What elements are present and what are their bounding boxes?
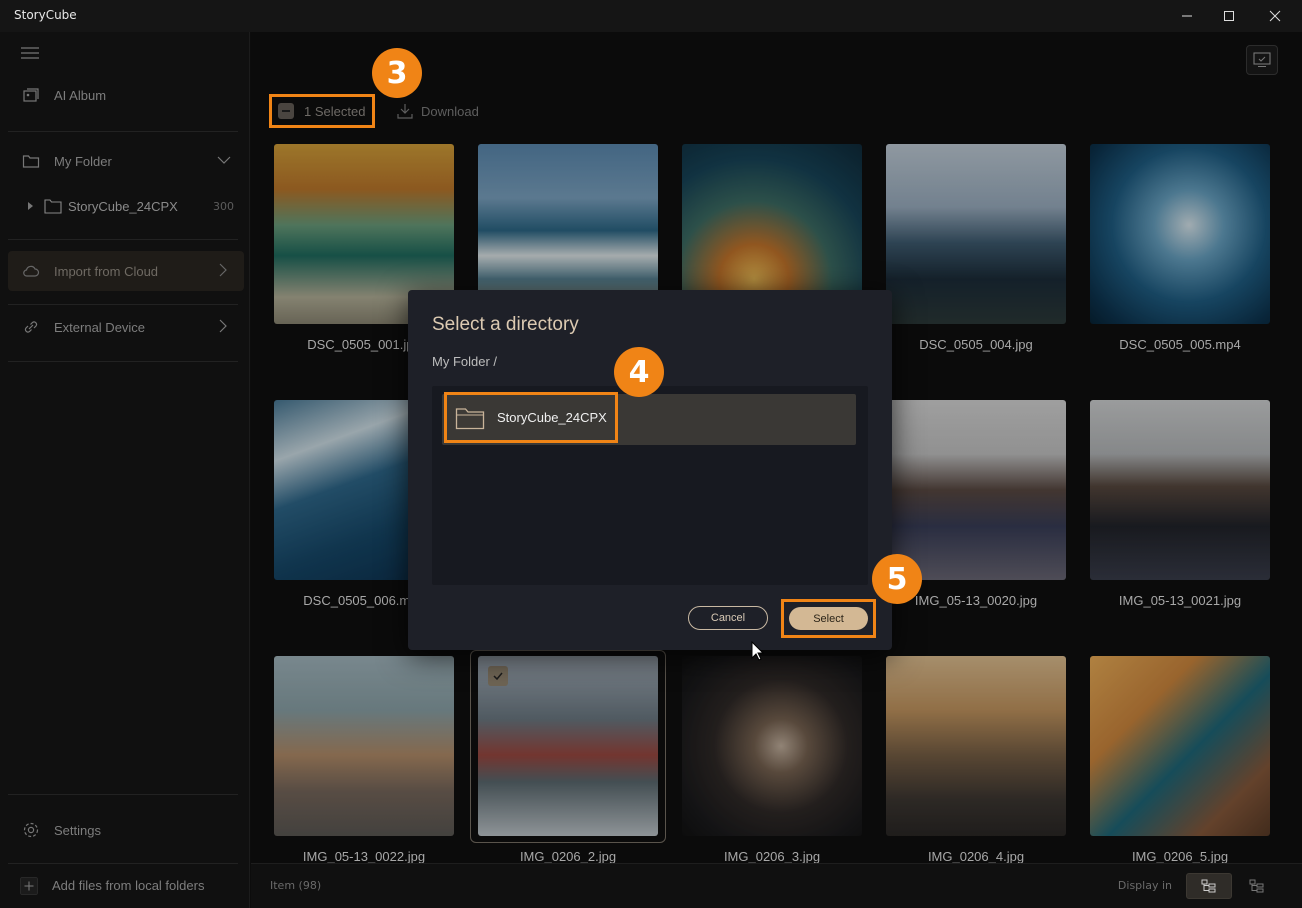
directory-list: StoryCube_24CPX <box>432 386 868 585</box>
gear-icon <box>22 821 40 839</box>
folder-icon <box>455 407 485 429</box>
link-icon <box>22 318 40 336</box>
sidebar-item-label: Import from Cloud <box>54 263 159 279</box>
download-label: Download <box>421 103 479 119</box>
caret-right-icon[interactable] <box>26 202 34 210</box>
photo-thumbnail <box>682 656 862 836</box>
app-title: StoryCube <box>14 8 77 22</box>
close-button[interactable] <box>1252 0 1298 32</box>
directory-item-label: StoryCube_24CPX <box>497 410 607 425</box>
tile-filename: IMG_0206_5.jpg <box>1131 849 1229 864</box>
select-directory-dialog: Select a directory My Folder / StoryCube… <box>408 290 892 650</box>
divider <box>8 361 238 362</box>
tile-filename: DSC_0505_005.mp4 <box>1119 337 1241 352</box>
step-badge-3: 3 <box>372 48 422 98</box>
sidebar-item-label: Add files from local folders <box>52 877 205 893</box>
tile-filename: IMG_05-13_0022.jpg <box>302 849 426 864</box>
view-tree-button[interactable] <box>1186 873 1232 899</box>
chevron-right-icon <box>219 263 227 277</box>
view-list-button[interactable] <box>1234 873 1280 899</box>
photo-thumbnail <box>886 144 1066 324</box>
screen-icon <box>1253 52 1271 67</box>
media-tile[interactable] <box>886 400 1066 580</box>
tile-filename: IMG_0206_2.jpg <box>519 849 617 864</box>
partial-checkbox[interactable] <box>278 103 294 119</box>
maximize-button[interactable] <box>1206 0 1252 32</box>
sidebar-item-import-cloud[interactable]: Import from Cloud <box>8 251 244 291</box>
photo-thumbnail <box>1090 400 1270 580</box>
minimize-button[interactable] <box>1164 0 1210 32</box>
dialog-title: Select a directory <box>432 314 579 335</box>
cloud-icon <box>22 262 40 280</box>
list-view-icon <box>1249 879 1264 893</box>
close-icon <box>1269 10 1281 22</box>
select-button-highlight: Select <box>781 599 876 638</box>
photo-thumbnail <box>1090 656 1270 836</box>
download-button[interactable]: Download <box>397 103 479 119</box>
tile-filename: DSC_0505_004.jpg <box>919 337 1033 352</box>
tree-item-count: 300 <box>213 199 234 213</box>
hamburger-menu-icon[interactable] <box>20 45 40 61</box>
media-tile[interactable] <box>1090 656 1270 836</box>
step-badge-5: 5 <box>872 554 922 604</box>
tree-item-label: StoryCube_24CPX <box>68 198 178 214</box>
photo-thumbnail <box>274 656 454 836</box>
divider <box>8 863 238 864</box>
folder-icon <box>44 199 62 214</box>
check-icon <box>493 672 503 681</box>
sidebar-item-my-folder[interactable]: My Folder <box>8 141 244 181</box>
minimize-icon <box>1182 15 1192 17</box>
add-local-folder-button[interactable]: Add files from local folders <box>8 865 244 905</box>
sidebar-item-external-device[interactable]: External Device <box>8 307 244 347</box>
tree-view-icon <box>1201 879 1216 893</box>
maximize-icon <box>1224 11 1234 21</box>
media-tile[interactable] <box>682 656 862 836</box>
album-icon <box>22 86 40 104</box>
selected-count: 1 Selected <box>304 103 366 119</box>
media-tile[interactable] <box>1090 400 1270 580</box>
media-tile[interactable] <box>886 656 1066 836</box>
media-tile[interactable] <box>274 656 454 836</box>
sidebar: AI Album My Folder StoryCube_24CPX 300 I… <box>0 32 250 908</box>
item-count: Item (98) <box>270 879 322 892</box>
selection-toggle[interactable]: 1 Selected <box>269 94 375 128</box>
photo-thumbnail <box>886 400 1066 580</box>
divider <box>8 239 238 240</box>
photo-thumbnail <box>1090 144 1270 324</box>
chevron-down-icon[interactable] <box>216 153 232 167</box>
display-in-label: Display in <box>1117 879 1172 892</box>
sidebar-item-label: Settings <box>54 822 101 838</box>
title-bar: StoryCube <box>0 0 1302 32</box>
sidebar-item-ai-album[interactable]: AI Album <box>8 75 244 115</box>
tile-filename: IMG_0206_3.jpg <box>723 849 821 864</box>
directory-item-storycube[interactable]: StoryCube_24CPX <box>444 392 618 443</box>
cancel-button[interactable]: Cancel <box>688 606 768 630</box>
media-tile[interactable] <box>886 144 1066 324</box>
plus-icon <box>20 876 38 895</box>
status-bar: Item (98) Display in <box>251 863 1302 908</box>
sidebar-item-settings[interactable]: Settings <box>8 810 244 850</box>
media-tile[interactable] <box>1090 144 1270 324</box>
slideshow-button[interactable] <box>1246 45 1278 75</box>
divider <box>8 794 238 795</box>
divider <box>8 304 238 305</box>
tile-filename: IMG_0206_4.jpg <box>927 849 1025 864</box>
select-button[interactable]: Select <box>789 607 868 630</box>
divider <box>8 131 238 132</box>
chevron-right-icon <box>219 319 227 333</box>
photo-thumbnail <box>886 656 1066 836</box>
folder-icon <box>22 152 40 170</box>
dialog-breadcrumb[interactable]: My Folder / <box>432 354 497 369</box>
download-icon <box>397 104 413 119</box>
step-badge-4: 4 <box>614 347 664 397</box>
sidebar-item-label: My Folder <box>54 153 112 169</box>
tree-item-storycube[interactable]: StoryCube_24CPX 300 <box>26 195 240 217</box>
sidebar-item-label: External Device <box>54 319 146 335</box>
media-tile-selected[interactable] <box>478 656 658 836</box>
sidebar-item-label: AI Album <box>54 87 107 103</box>
tile-filename: IMG_05-13_0021.jpg <box>1118 593 1242 608</box>
tile-checkbox[interactable] <box>488 666 508 686</box>
mouse-cursor-icon <box>751 641 765 661</box>
